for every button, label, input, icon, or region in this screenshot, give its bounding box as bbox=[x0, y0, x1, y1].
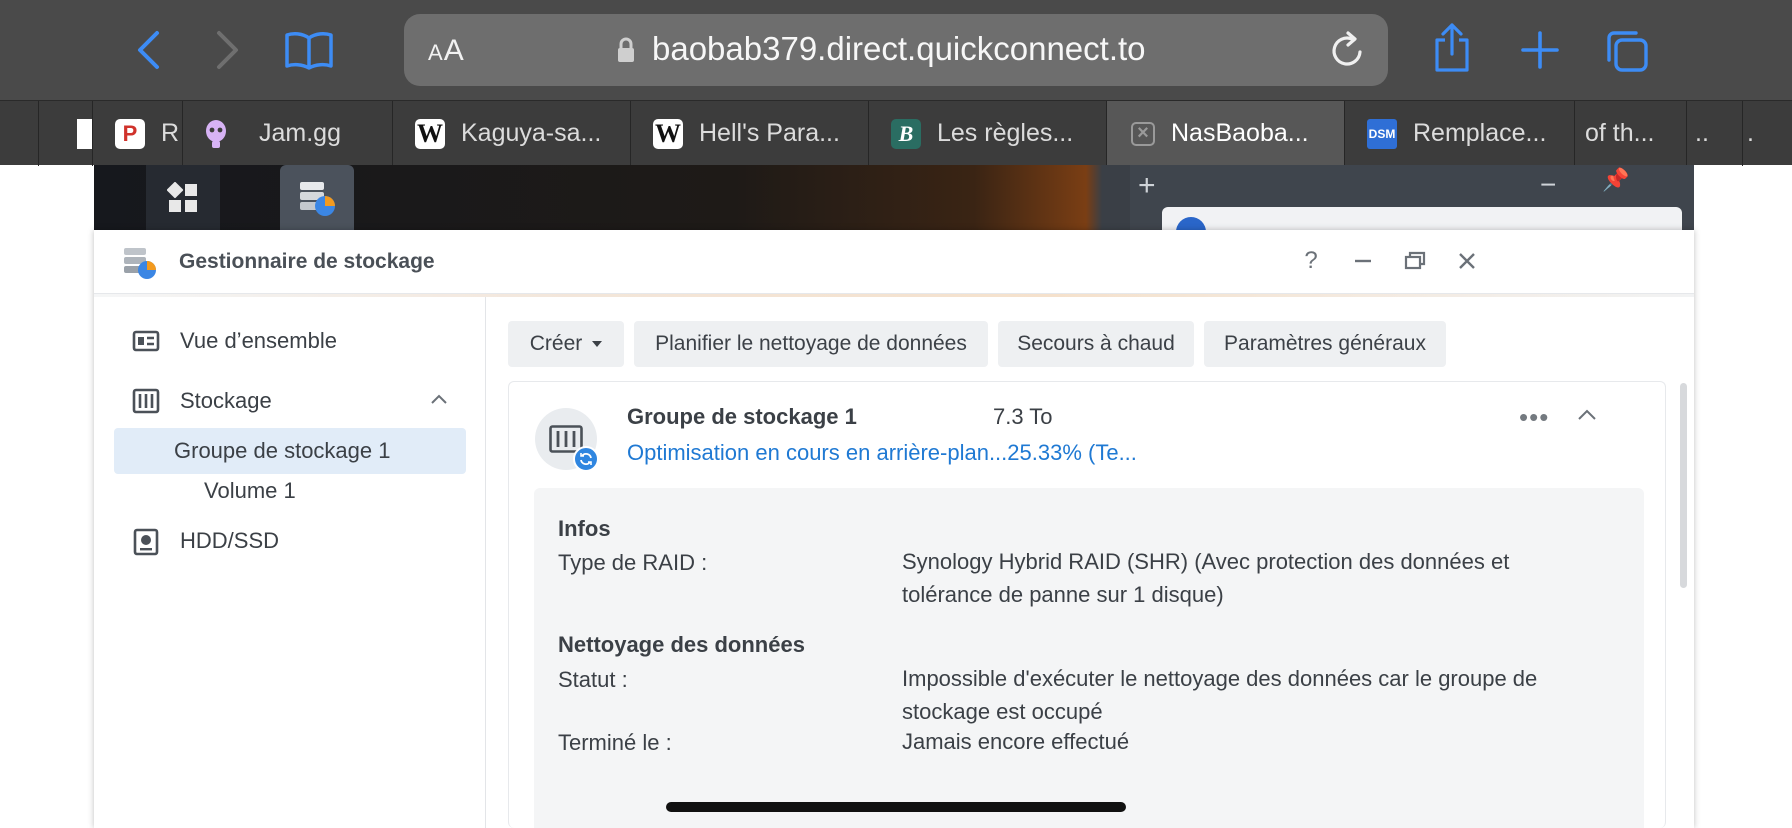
plus-icon bbox=[1521, 31, 1559, 69]
window-titlebar[interactable]: Gestionnaire de stockage ? bbox=[94, 230, 1694, 294]
dsm-desktop: + − 📌 bbox=[94, 165, 1694, 230]
tab-of-the[interactable]: of th... bbox=[1574, 101, 1686, 166]
tab-hells-paradise[interactable]: W Hell's Para... bbox=[630, 101, 868, 166]
url-text: baobab379.direct.quickconnect.to bbox=[652, 30, 1146, 67]
widget-status-icon bbox=[1176, 217, 1206, 230]
storage-app-icon bbox=[300, 181, 335, 216]
schedule-scrub-button[interactable]: Planifier le nettoyage de données bbox=[634, 321, 988, 367]
close-window-button[interactable] bbox=[1450, 244, 1484, 278]
scrollbar[interactable] bbox=[1680, 383, 1687, 588]
minimize-widgets-icon[interactable]: − bbox=[1540, 169, 1556, 201]
browser-toolbar: AA baobab379.direct.quickconnect.to bbox=[0, 0, 1792, 100]
tab-les-regles[interactable]: B Les règles... bbox=[868, 101, 1106, 166]
main-menu-button[interactable] bbox=[146, 165, 220, 230]
tabs-overview-button[interactable] bbox=[1602, 26, 1652, 76]
tab-nasbaobab[interactable]: × NasBaoba... bbox=[1106, 101, 1344, 166]
back-button[interactable] bbox=[128, 26, 168, 74]
window-title: Gestionnaire de stockage bbox=[179, 250, 435, 273]
sidebar-item-volume-1[interactable]: Volume 1 bbox=[114, 468, 466, 514]
section-title-scrub: Nettoyage des données bbox=[558, 632, 805, 657]
sidebar-item-hdd-ssd[interactable]: HDD/SSD bbox=[114, 518, 466, 564]
widget-area: + − 📌 bbox=[1130, 165, 1694, 230]
share-icon bbox=[1435, 23, 1469, 72]
tab-more-1[interactable]: .. bbox=[1686, 101, 1742, 166]
storage-manager-window: Gestionnaire de stockage ? Vue d’ensembl… bbox=[94, 230, 1694, 828]
sync-icon bbox=[573, 446, 599, 472]
wikipedia-icon: W bbox=[415, 118, 445, 149]
section-title-infos: Infos bbox=[558, 516, 611, 541]
tab-more-2[interactable]: . bbox=[1742, 101, 1792, 166]
share-button[interactable] bbox=[1428, 20, 1476, 76]
forward-button[interactable] bbox=[208, 26, 248, 74]
pool-details: Infos Type de RAID : Synology Hybrid RAI… bbox=[534, 488, 1644, 828]
close-icon[interactable]: × bbox=[1131, 121, 1155, 146]
scrub-done-value: Jamais encore effectué bbox=[902, 729, 1130, 754]
chevron-right-icon bbox=[217, 31, 238, 69]
chevron-left-icon bbox=[138, 31, 159, 69]
more-options-button[interactable]: ••• bbox=[1519, 402, 1549, 433]
lock-icon bbox=[618, 37, 634, 62]
scrub-status-label: Statut : bbox=[558, 667, 628, 692]
chevron-up-icon[interactable] bbox=[430, 392, 448, 406]
widget-card bbox=[1162, 207, 1682, 230]
global-settings-button[interactable]: Paramètres généraux bbox=[1204, 321, 1446, 367]
storage-manager-icon bbox=[124, 248, 156, 279]
pin-icon[interactable]: 📌 bbox=[1602, 167, 1629, 193]
add-widget-icon[interactable]: + bbox=[1138, 169, 1156, 203]
minimize-button[interactable] bbox=[1346, 244, 1380, 278]
text-size-button[interactable]: AA bbox=[428, 34, 465, 68]
producthunt-icon: P bbox=[115, 118, 145, 149]
hot-spare-button[interactable]: Secours à chaud bbox=[998, 321, 1194, 367]
raid-type-label: Type de RAID : bbox=[558, 550, 708, 575]
maximize-button[interactable] bbox=[1398, 244, 1432, 278]
pool-name: Groupe de stockage 1 bbox=[627, 404, 857, 429]
new-tab-button[interactable] bbox=[1516, 26, 1564, 74]
raid-type-value: Synology Hybrid RAID (SHR) (Avec protect… bbox=[902, 549, 1510, 607]
tabs-icon bbox=[1607, 31, 1648, 72]
main-content: Créer Planifier le nettoyage de données … bbox=[487, 297, 1694, 828]
sidebar: Vue d’ensemble Stockage Groupe de stocka… bbox=[94, 297, 486, 828]
scrub-status-value: Impossible d'exécuter le nettoyage des d… bbox=[902, 666, 1538, 724]
caret-down-icon bbox=[592, 341, 603, 347]
wikipedia-icon: W bbox=[653, 118, 683, 149]
help-button[interactable]: ? bbox=[1294, 244, 1328, 278]
dsm-icon: DSM bbox=[1367, 118, 1397, 149]
tab-museum[interactable] bbox=[38, 101, 92, 166]
home-indicator[interactable] bbox=[666, 802, 1126, 812]
alien-icon bbox=[206, 119, 226, 148]
pool-size: 7.3 To bbox=[993, 404, 1053, 429]
bookmarks-button[interactable] bbox=[282, 26, 336, 74]
museum-icon bbox=[77, 118, 92, 149]
chevron-up-icon[interactable] bbox=[1577, 408, 1597, 422]
restore-icon bbox=[1404, 251, 1426, 270]
minimize-icon bbox=[1355, 259, 1371, 263]
close-icon bbox=[1459, 253, 1475, 269]
sidebar-item-overview[interactable]: Vue d’ensemble bbox=[114, 318, 466, 364]
scrub-done-label: Terminé le : bbox=[558, 730, 672, 755]
beta-icon: B bbox=[891, 118, 921, 149]
storage-manager-taskbar-button[interactable] bbox=[280, 165, 354, 230]
tab-kaguya[interactable]: W Kaguya-sa... bbox=[392, 101, 630, 166]
tab-bar: P R Jam.gg W Kaguya-sa... W Hell's Para.… bbox=[0, 100, 1792, 166]
tab-jam[interactable]: Jam.gg bbox=[182, 101, 392, 166]
tab-remplace[interactable]: DSM Remplace... bbox=[1344, 101, 1574, 166]
disk-icon bbox=[133, 528, 159, 556]
book-icon bbox=[285, 32, 333, 70]
storage-pool-icon bbox=[535, 408, 599, 472]
storage-pool-panel: Groupe de stockage 1 7.3 To Optimisation… bbox=[508, 381, 1666, 828]
grid-icon bbox=[167, 181, 197, 212]
tab-producthunt[interactable]: P R bbox=[92, 101, 182, 166]
create-button[interactable]: Créer bbox=[508, 321, 624, 367]
address-bar[interactable]: AA baobab379.direct.quickconnect.to bbox=[404, 14, 1388, 86]
pool-status: Optimisation en cours en arrière-plan...… bbox=[627, 440, 1137, 465]
sidebar-item-storage[interactable]: Stockage bbox=[114, 378, 466, 424]
reload-icon[interactable] bbox=[1328, 30, 1368, 70]
storage-icon bbox=[132, 388, 160, 414]
overview-icon bbox=[132, 330, 160, 352]
